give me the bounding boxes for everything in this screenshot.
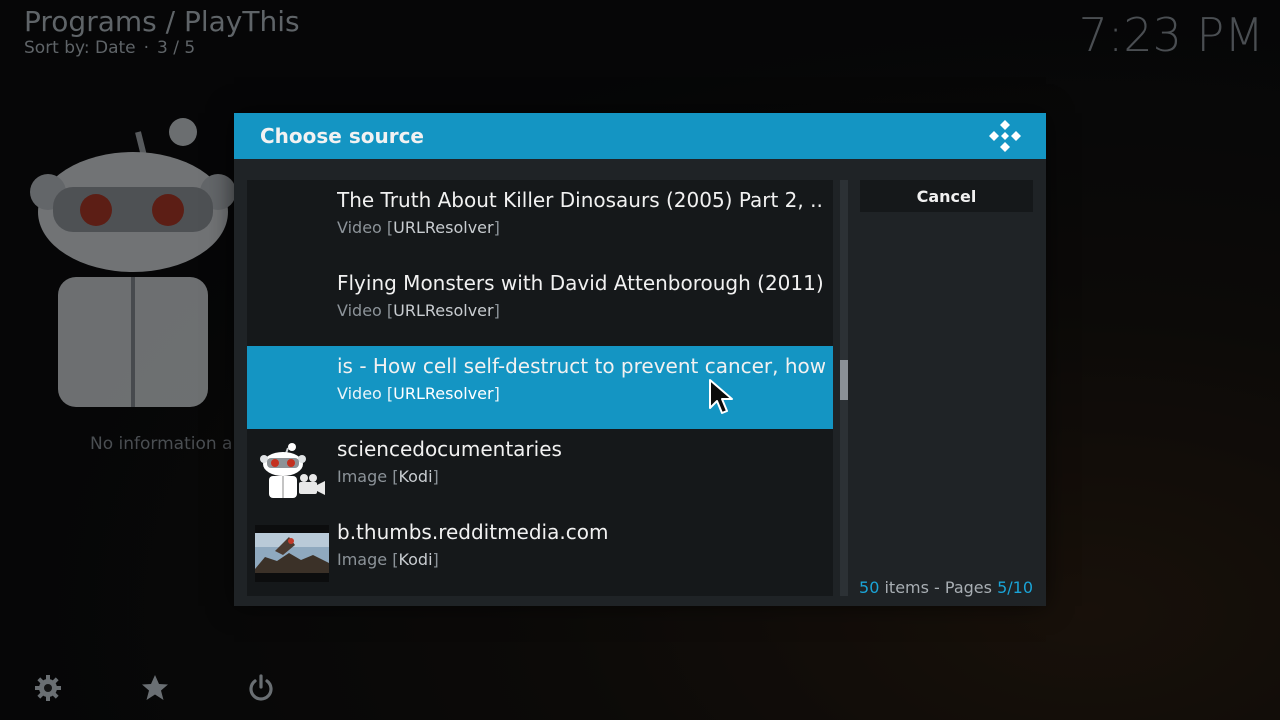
sort-info: Sort by: Date · 3 / 5	[24, 38, 195, 58]
mouse-cursor-icon	[709, 379, 733, 414]
background-mascot-icon	[30, 118, 236, 407]
item-title: is - How cell self-destruct to prevent c…	[337, 354, 825, 378]
separator-dot: ·	[143, 38, 150, 58]
no-information-text: No information a	[90, 434, 233, 454]
item-source: Kodi	[398, 550, 433, 569]
power-icon[interactable]	[246, 673, 276, 703]
landscape-thumbnail	[255, 525, 329, 582]
list-item[interactable]: b.thumbs.redditmedia.com Image [Kodi]	[247, 512, 833, 595]
item-title: Flying Monsters with David Attenborough …	[337, 271, 824, 295]
item-type: Image	[337, 550, 388, 569]
list-item[interactable]: sciencedocumentaries Image [Kodi]	[247, 429, 833, 512]
clock: 7:23 PM	[1078, 8, 1264, 62]
list-item[interactable]: The Truth About Killer Dinosaurs (2005) …	[247, 180, 833, 263]
reddit-mascot-icon	[260, 443, 325, 498]
items-page-count: 50 items - Pages 5/10	[859, 578, 1033, 597]
position-counter: 3 / 5	[157, 38, 196, 58]
item-title: b.thumbs.redditmedia.com	[337, 520, 609, 544]
dialog-header: Choose source	[234, 113, 1046, 159]
items-count: 50	[859, 578, 880, 597]
item-subtitle: Image [Kodi]	[337, 550, 439, 569]
item-type: Video	[337, 301, 382, 320]
items-pages-label: items - Pages	[884, 578, 992, 597]
item-source: URLResolver	[393, 218, 494, 237]
list-item[interactable]: Flying Monsters with David Attenborough …	[247, 263, 833, 346]
item-thumbnail-empty	[255, 359, 329, 416]
item-title: sciencedocumentaries	[337, 437, 562, 461]
cancel-button[interactable]: Cancel	[860, 180, 1033, 212]
item-thumbnail-empty	[255, 276, 329, 333]
item-source: URLResolver	[393, 301, 494, 320]
item-source: Kodi	[398, 467, 433, 486]
pages-count: 5/10	[997, 578, 1033, 597]
scrollbar-thumb[interactable]	[840, 360, 848, 400]
sort-label: Sort by: Date	[24, 38, 136, 58]
breadcrumb: Programs / PlayThis	[24, 5, 300, 38]
item-type: Video	[337, 384, 382, 403]
item-subtitle: Video [URLResolver]	[337, 218, 500, 237]
dialog-title: Choose source	[260, 124, 424, 148]
item-thumbnail-empty	[255, 193, 329, 250]
item-subtitle: Image [Kodi]	[337, 467, 439, 486]
source-list[interactable]: The Truth About Killer Dinosaurs (2005) …	[247, 180, 833, 596]
item-type: Video	[337, 218, 382, 237]
item-subtitle: Video [URLResolver]	[337, 384, 500, 403]
list-scrollbar[interactable]	[840, 180, 848, 596]
item-title: The Truth About Killer Dinosaurs (2005) …	[337, 188, 825, 212]
item-subtitle: Video [URLResolver]	[337, 301, 500, 320]
favourites-star-icon[interactable]	[140, 673, 170, 703]
list-item-selected[interactable]: is - How cell self-destruct to prevent c…	[247, 346, 833, 429]
item-source: URLResolver	[393, 384, 494, 403]
settings-gear-icon[interactable]	[33, 673, 63, 703]
kodi-logo-icon	[989, 120, 1021, 152]
choose-source-dialog: Choose source The Truth About Killer Din…	[234, 113, 1046, 606]
item-type: Image	[337, 467, 388, 486]
